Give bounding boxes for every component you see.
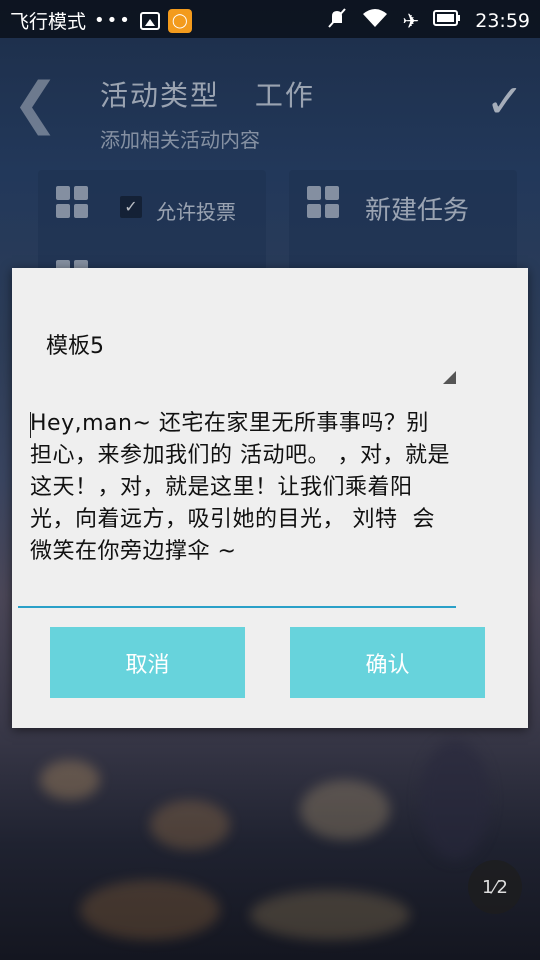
background-light bbox=[40, 760, 100, 800]
page-current: 1 bbox=[482, 876, 494, 898]
vote-checkbox[interactable]: ✓ bbox=[120, 196, 142, 218]
game-icon: ◯ bbox=[167, 8, 192, 33]
header: ❮ 活动类型 工作 添加相关活动内容 ✓ bbox=[0, 60, 540, 160]
status-bar: 飞行模式 ••• ◯ ✈ 23:59 bbox=[0, 0, 540, 38]
template-value: 模板5 bbox=[46, 334, 104, 359]
message-text[interactable]: Hey,man~ 还宅在家里无所事事吗？别担心，来参加我们的 活动吧。 ，对，就… bbox=[30, 408, 450, 568]
image-icon bbox=[139, 11, 160, 30]
status-left: 飞行模式 ••• ◯ bbox=[10, 7, 192, 34]
background-light bbox=[150, 800, 230, 850]
back-chevron-icon[interactable]: ❮ bbox=[12, 76, 59, 132]
confirm-check-icon[interactable]: ✓ bbox=[485, 78, 524, 124]
battery-icon bbox=[433, 9, 461, 32]
activity-type-value[interactable]: 工作 bbox=[255, 79, 315, 112]
confirm-button[interactable]: 确认 bbox=[290, 627, 485, 698]
grid-icon bbox=[56, 186, 88, 218]
background-light bbox=[420, 740, 490, 860]
template-dialog: 模板5 Hey,man~ 还宅在家里无所事事吗？别担心，来参加我们的 活动吧。 … bbox=[12, 268, 528, 728]
grid-icon bbox=[307, 186, 339, 218]
airplane-icon: ✈ bbox=[402, 8, 420, 33]
background-light bbox=[250, 890, 410, 940]
vote-label: 允许投票 bbox=[156, 200, 236, 224]
clock: 23:59 bbox=[475, 9, 530, 32]
background-light bbox=[80, 880, 220, 940]
airplane-mode-label: 飞行模式 bbox=[10, 11, 87, 33]
background-light bbox=[300, 780, 390, 840]
page-subtitle: 添加相关活动内容 bbox=[100, 128, 260, 152]
wifi-icon bbox=[362, 7, 388, 34]
page-title: 活动类型 bbox=[100, 79, 221, 112]
new-task-label: 新建任务 bbox=[365, 196, 470, 226]
page-total: 2 bbox=[496, 876, 508, 898]
dropdown-arrow-icon bbox=[443, 371, 456, 384]
page-indicator[interactable]: 1 ⁄ 2 bbox=[468, 860, 522, 914]
template-spinner[interactable]: 模板5 bbox=[32, 328, 458, 388]
mute-icon bbox=[326, 7, 348, 34]
message-input[interactable]: Hey,man~ 还宅在家里无所事事吗？别担心，来参加我们的 活动吧。 ，对，就… bbox=[18, 402, 456, 608]
overflow-dots: ••• bbox=[94, 10, 132, 31]
title-row: 活动类型 工作 bbox=[100, 74, 315, 114]
screen: 飞行模式 ••• ◯ ✈ 23:59 ❮ 活动类型 工作 添加相关活动内容 ✓ … bbox=[0, 0, 540, 960]
cancel-button[interactable]: 取消 bbox=[50, 627, 245, 698]
status-right: ✈ 23:59 bbox=[326, 7, 530, 34]
